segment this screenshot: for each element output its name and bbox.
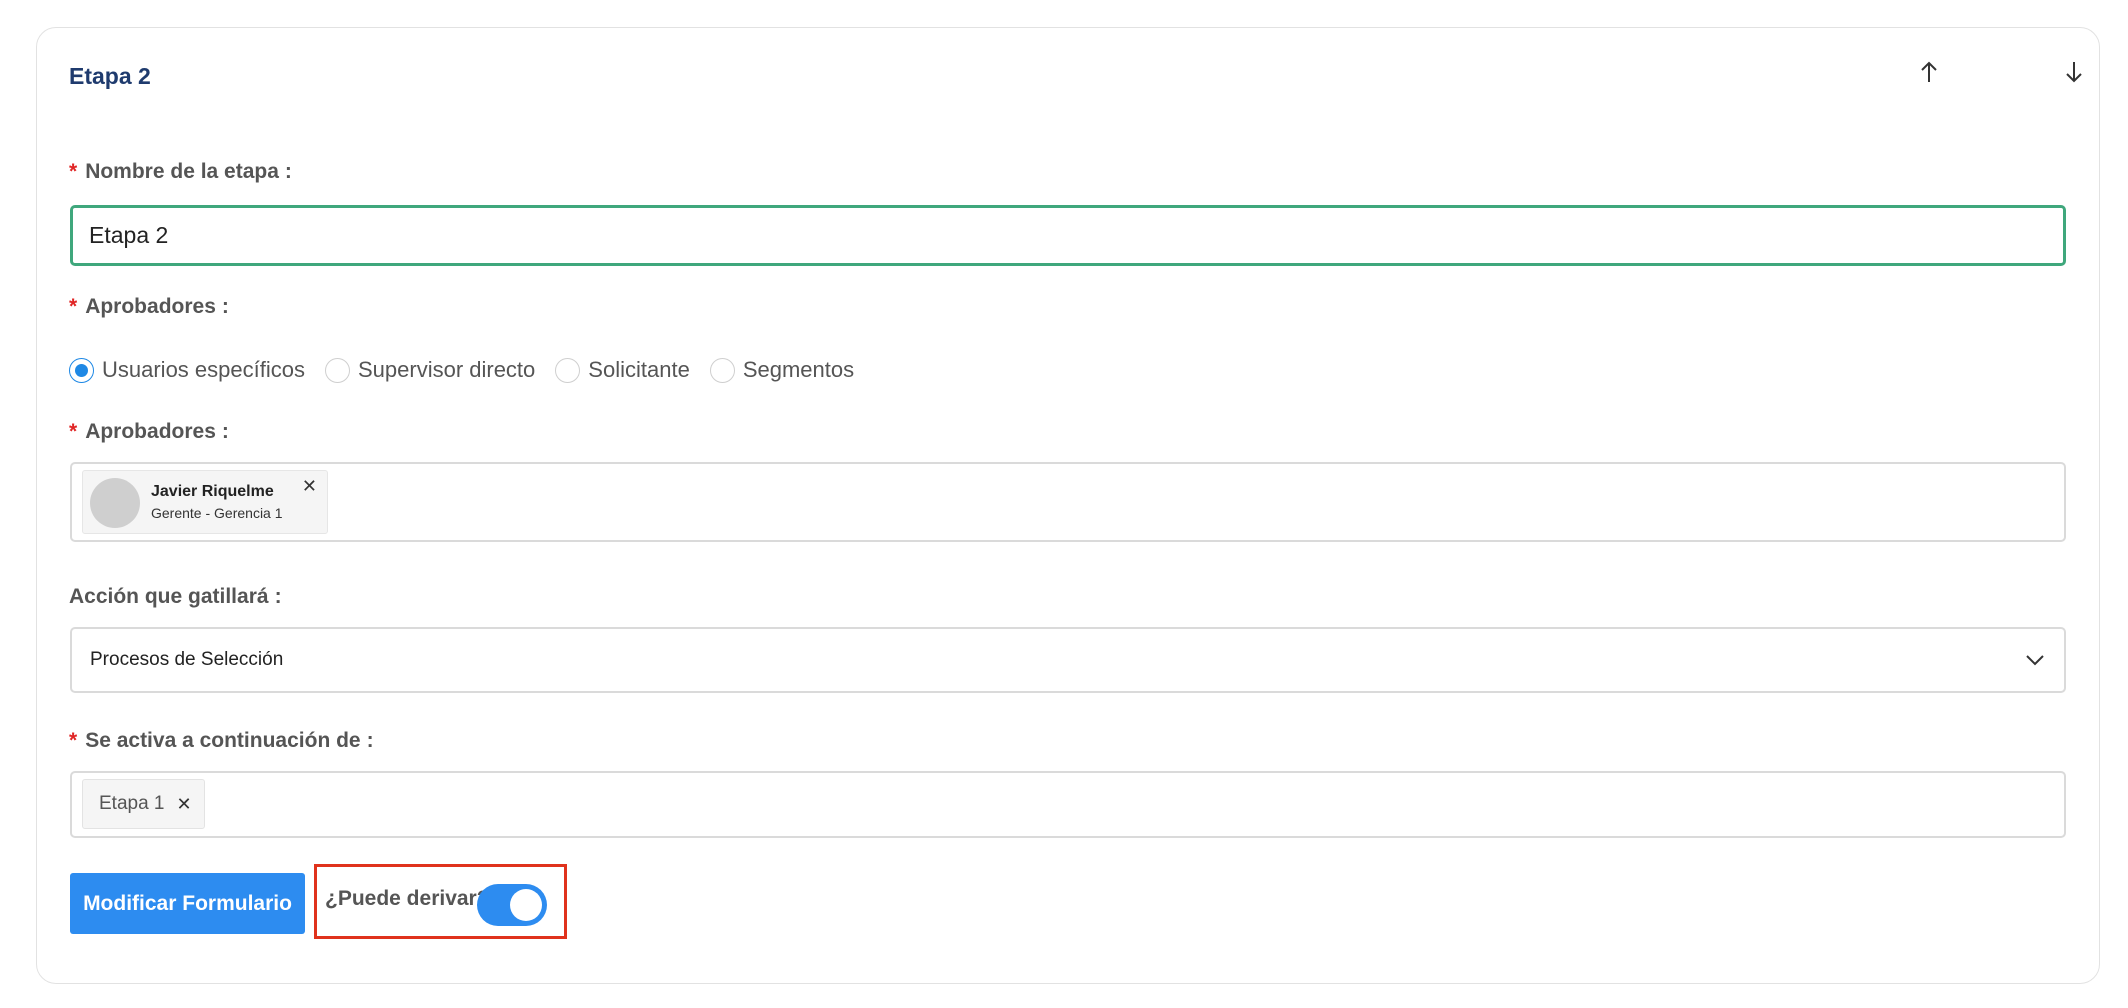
label-colon: :: [284, 160, 292, 183]
move-up-button[interactable]: [1915, 58, 1943, 86]
label-colon: :: [366, 729, 374, 752]
approvers-label-text: Aprobadores: [85, 420, 216, 443]
stage-tag-label: Etapa 1: [99, 793, 165, 814]
activates-after-label: * Se activa a continuación de:: [69, 729, 374, 753]
arrow-down-icon: [2066, 62, 2082, 83]
approvers-label: * Aprobadores:: [69, 420, 229, 444]
required-mark: *: [69, 420, 78, 443]
approver-chip: Javier Riquelme Gerente - Gerencia 1 ✕: [82, 470, 328, 534]
radio-button-checked[interactable]: [69, 357, 94, 383]
radio-option-segments[interactable]: Segmentos: [709, 357, 855, 383]
radio-button[interactable]: [709, 357, 735, 383]
arrow-up-icon: [1921, 61, 1937, 82]
required-mark: *: [69, 295, 78, 318]
action-select-value: Procesos de Selección: [90, 649, 284, 670]
radio-option-requester[interactable]: Solicitante: [555, 357, 690, 383]
stage-title: Etapa 2: [69, 63, 151, 89]
approvers-type-label-text: Aprobadores: [85, 295, 216, 318]
move-down-button[interactable]: [2060, 58, 2088, 86]
close-icon[interactable]: ✕: [177, 794, 192, 815]
approver-name: Javier Riquelme: [151, 483, 274, 500]
avatar: [90, 478, 140, 528]
radio-label: Supervisor directo: [357, 357, 536, 382]
radio-button[interactable]: [555, 357, 581, 383]
radio-label: Segmentos: [742, 357, 855, 382]
chevron-down-icon: [2026, 655, 2044, 666]
action-label: Acción que gatillará:: [69, 585, 282, 609]
radio-option-specific-users[interactable]: Usuarios específicos: [69, 357, 305, 383]
required-mark: *: [69, 160, 78, 183]
approvers-type-label: * Aprobadores:: [69, 295, 229, 319]
required-mark: *: [69, 729, 78, 752]
radio-label: Usuarios específicos: [102, 357, 305, 382]
approvers-type-radio-group: Usuarios específicos Supervisor directo …: [69, 355, 874, 385]
toggle-knob: [510, 889, 542, 921]
label-colon: :: [221, 420, 229, 443]
stage-name-label: * Nombre de la etapa:: [69, 160, 292, 184]
close-icon[interactable]: ✕: [302, 476, 317, 497]
can-derive-highlight: ¿Puede derivar?: [314, 864, 567, 939]
action-label-text: Acción que gatillará: [69, 585, 269, 608]
can-derive-toggle[interactable]: [477, 884, 547, 926]
stage-name-label-text: Nombre de la etapa: [85, 160, 279, 183]
modify-form-button[interactable]: Modificar Formulario: [70, 873, 305, 934]
label-colon: :: [221, 295, 229, 318]
stage-name-input[interactable]: [70, 205, 2066, 266]
stage-tag: Etapa 1 ✕: [82, 779, 205, 829]
activates-after-label-text: Se activa a continuación de: [85, 729, 361, 752]
action-select[interactable]: Procesos de Selección: [70, 627, 2066, 693]
radio-button[interactable]: [324, 357, 350, 383]
approvers-multiselect[interactable]: Javier Riquelme Gerente - Gerencia 1 ✕: [70, 462, 2066, 542]
radio-option-direct-supervisor[interactable]: Supervisor directo: [324, 357, 536, 383]
label-colon: :: [274, 585, 282, 608]
approver-role: Gerente - Gerencia 1: [151, 505, 283, 521]
radio-label: Solicitante: [588, 357, 690, 382]
activates-after-multiselect[interactable]: Etapa 1 ✕: [70, 771, 2066, 838]
can-derive-label: ¿Puede derivar?: [325, 887, 490, 910]
